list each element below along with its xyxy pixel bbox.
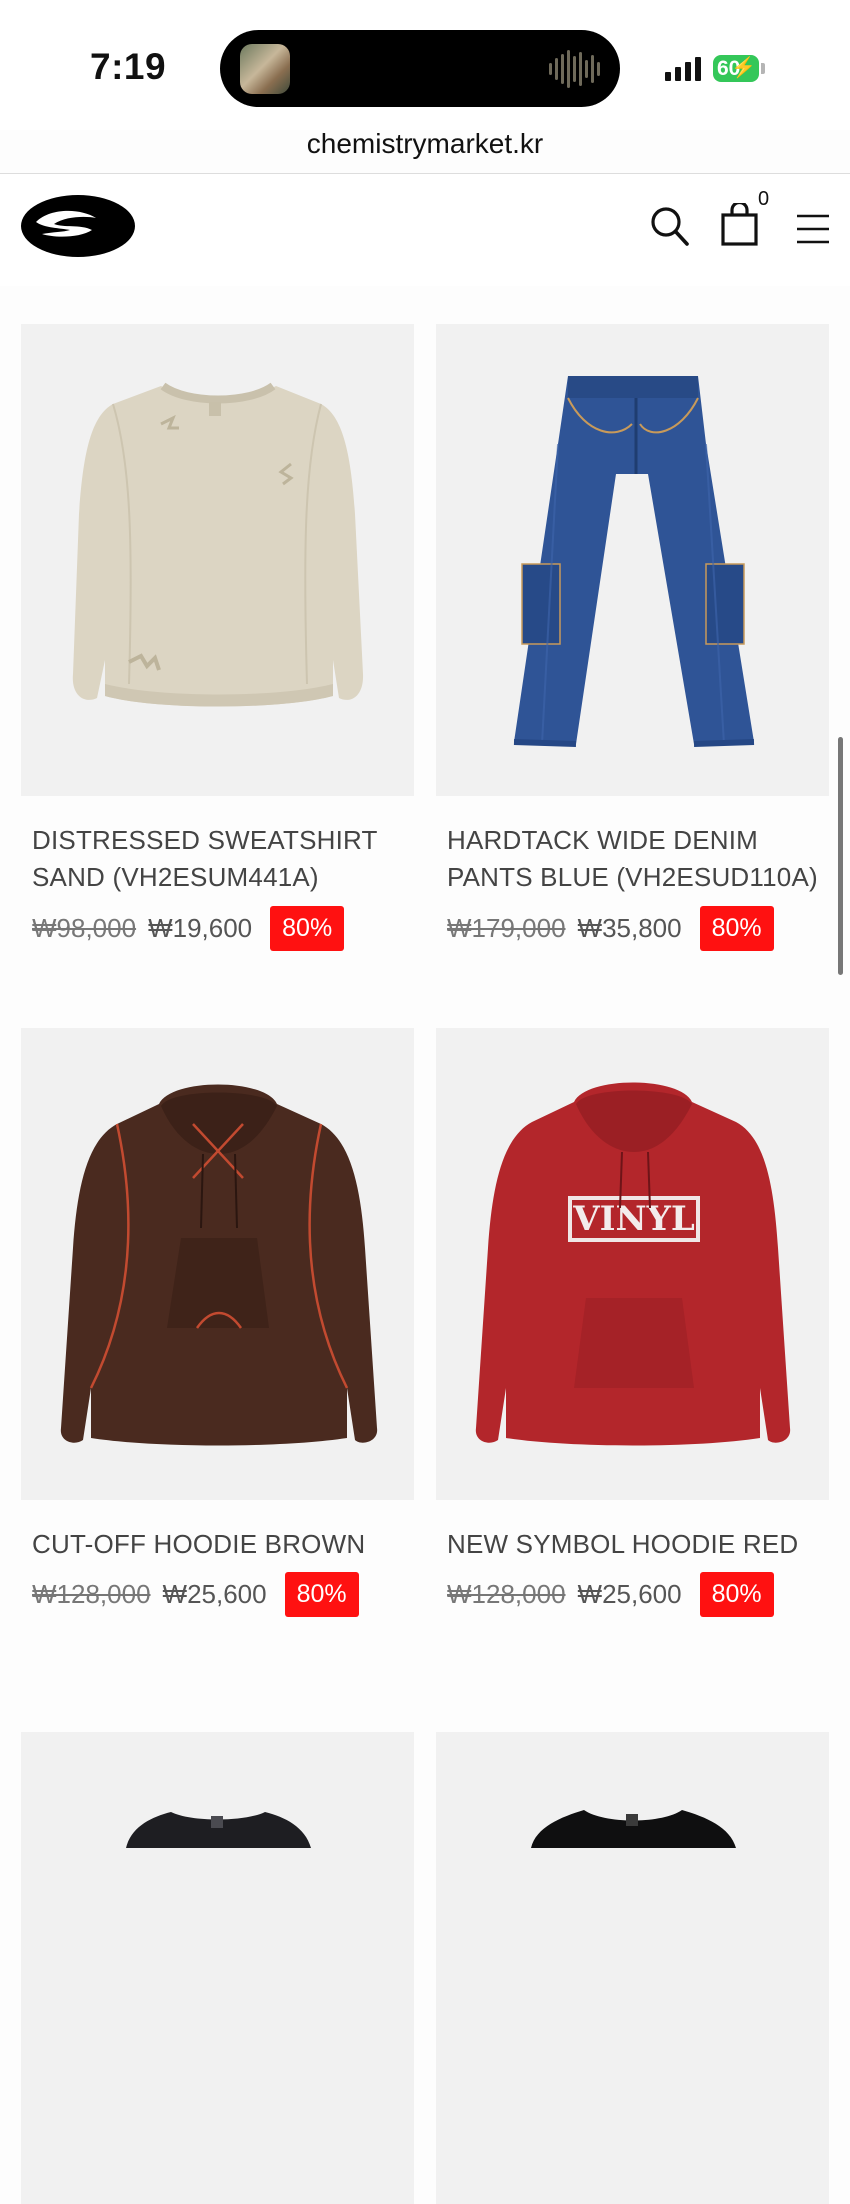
charging-bolt-icon: ⚡ — [731, 57, 756, 79]
product-price-row: ₩128,000 ₩25,600 80% — [32, 1572, 359, 1617]
product-name[interactable]: HARDTACK WIDE DENIM PANTS BLUE (VH2ESUD1… — [447, 822, 837, 896]
original-price: ₩128,000 — [447, 1579, 566, 1609]
menu-icon[interactable] — [796, 214, 830, 244]
garment-black-icon — [531, 1810, 736, 1848]
signal-icon — [665, 57, 701, 81]
chemistry-logo[interactable] — [20, 194, 136, 258]
product-card[interactable]: CUT-OFF HOODIE BROWN ₩128,000 ₩25,600 80… — [21, 1028, 414, 1617]
product-card[interactable]: VINYL NEW SYMBOL HOODIE RED ₩128,000 ₩25… — [436, 1028, 829, 1617]
discount-badge: 80% — [270, 906, 345, 951]
audio-waveform-icon — [549, 50, 600, 88]
product-image[interactable] — [21, 1028, 414, 1500]
battery-icon: 60 ⚡ — [713, 55, 759, 82]
site-header — [0, 174, 850, 286]
battery-nub — [761, 63, 765, 74]
sale-price: ₩19,600 — [148, 913, 253, 943]
product-card[interactable]: HARDTACK WIDE DENIM PANTS BLUE (VH2ESUD1… — [436, 324, 829, 951]
product-image[interactable] — [436, 324, 829, 796]
denim-pants-blue-icon — [513, 376, 755, 747]
dynamic-island[interactable] — [220, 30, 620, 107]
product-name[interactable]: DISTRESSED SWEATSHIRT SAND (VH2ESUM441A) — [32, 822, 422, 896]
product-price-row: ₩98,000 ₩19,600 80% — [32, 906, 345, 951]
status-time: 7:19 — [90, 46, 167, 87]
hoodie-print-text: VINYL — [572, 1199, 695, 1239]
shopping-bag-icon[interactable] — [720, 203, 760, 247]
address-bar-url[interactable]: chemistrymarket.kr — [0, 128, 850, 160]
search-icon[interactable] — [650, 206, 690, 248]
sale-price: ₩25,600 — [577, 1579, 682, 1609]
original-price: ₩179,000 — [447, 913, 566, 943]
product-name[interactable]: CUT-OFF HOODIE BROWN — [32, 1526, 422, 1563]
discount-badge: 80% — [284, 1572, 359, 1617]
garment-black-icon — [126, 1812, 311, 1848]
product-card[interactable] — [436, 1732, 829, 2204]
original-price: ₩128,000 — [32, 1579, 151, 1609]
sale-price: ₩25,600 — [162, 1579, 267, 1609]
product-price-row: ₩128,000 ₩25,600 80% — [447, 1572, 774, 1617]
product-image[interactable] — [436, 1732, 829, 2204]
status-bar: 7:19 60 ⚡ chemistrymarket.kr — [0, 0, 850, 159]
product-card[interactable] — [21, 1732, 414, 2204]
discount-badge: 80% — [699, 906, 774, 951]
discount-badge: 80% — [699, 1572, 774, 1617]
product-name[interactable]: NEW SYMBOL HOODIE RED — [447, 1526, 837, 1563]
product-image[interactable] — [21, 324, 414, 796]
scrollbar[interactable] — [838, 737, 843, 975]
sale-price: ₩35,800 — [577, 913, 682, 943]
product-price-row: ₩179,000 ₩35,800 80% — [447, 906, 774, 951]
product-card[interactable]: DISTRESSED SWEATSHIRT SAND (VH2ESUM441A)… — [21, 324, 414, 951]
now-playing-artwork — [240, 44, 290, 94]
product-image[interactable]: VINYL — [436, 1028, 829, 1500]
hoodie-brown-icon — [60, 1084, 378, 1446]
original-price: ₩98,000 — [32, 913, 137, 943]
hoodie-red-icon: VINYL — [475, 1082, 791, 1446]
sweatshirt-sand-icon — [72, 382, 364, 707]
cart-count-badge: 0 — [758, 188, 770, 210]
product-image[interactable] — [21, 1732, 414, 2204]
